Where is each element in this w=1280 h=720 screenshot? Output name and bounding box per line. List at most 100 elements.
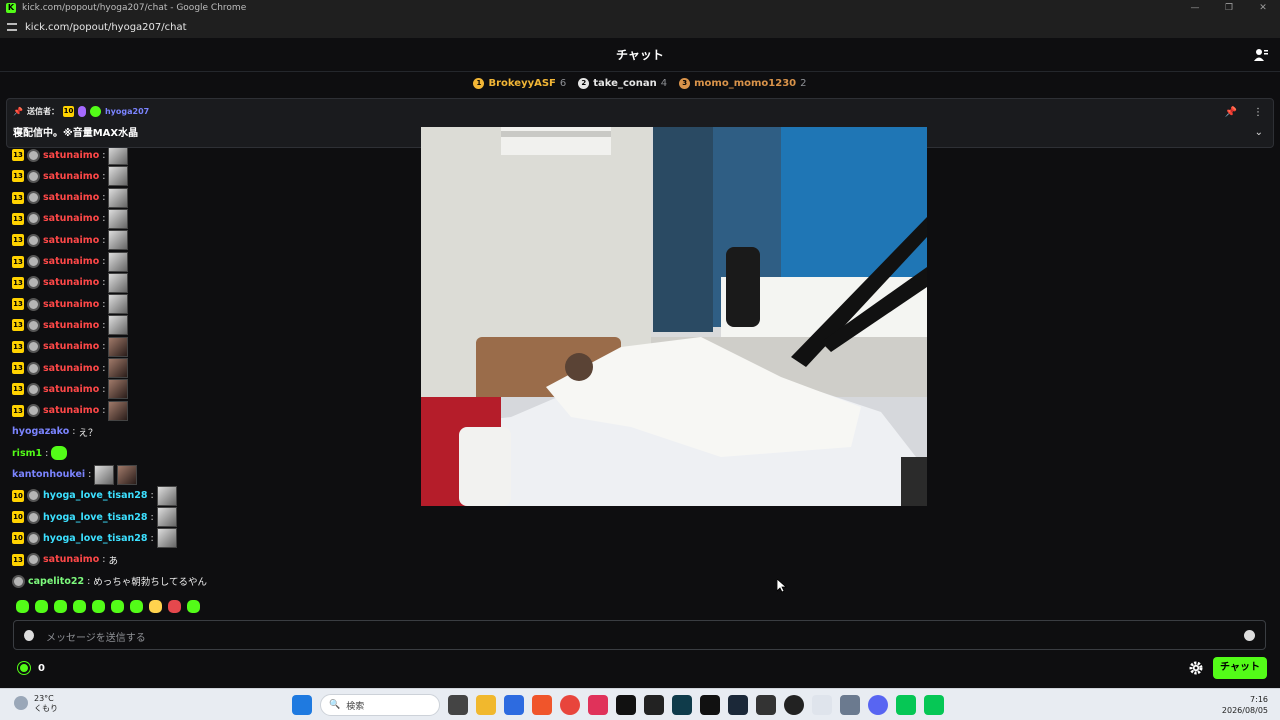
windows-start-icon[interactable] (292, 695, 312, 715)
restore-icon[interactable]: ❐ (1212, 0, 1246, 16)
chat-message[interactable]: hyogazako: え？ (12, 422, 97, 442)
chat-message[interactable]: 13 satunaimo: あ (12, 550, 118, 570)
chat-username[interactable]: hyoga_love_tisan28 (43, 512, 147, 523)
app-icon[interactable] (504, 695, 524, 715)
app-icon[interactable] (672, 695, 692, 715)
chat-username[interactable]: rism1 (12, 448, 42, 459)
gear-icon[interactable] (1189, 661, 1203, 675)
kick-emote-icon[interactable] (92, 600, 105, 613)
chat-message[interactable]: 13 satunaimo: (12, 336, 129, 357)
taskbar-clock[interactable]: 7:16 2026/08/05 (1222, 694, 1268, 716)
minimize-icon[interactable]: — (1178, 0, 1212, 16)
kick-emote-icon[interactable] (35, 600, 48, 613)
close-icon[interactable]: ✕ (1246, 0, 1280, 16)
chat-username[interactable]: satunaimo (43, 213, 99, 224)
chat-message[interactable]: 13 satunaimo: (12, 251, 129, 272)
leaderboard-entry[interactable]: 1 BrokeyyASF 6 (473, 77, 566, 89)
chat-username[interactable]: satunaimo (43, 277, 99, 288)
task-view-icon[interactable] (448, 695, 468, 715)
chat-username[interactable]: satunaimo (43, 256, 99, 267)
chat-username[interactable]: kantonhoukei (12, 469, 85, 480)
address-bar[interactable]: kick.com/popout/hyoga207/chat (0, 16, 1280, 38)
chat-message[interactable]: rism1: (12, 443, 68, 463)
chat-message[interactable]: 13 satunaimo: (12, 315, 129, 336)
chat-username[interactable]: satunaimo (43, 363, 99, 374)
tiktok-icon[interactable] (616, 695, 636, 715)
chrome-icon[interactable] (560, 695, 580, 715)
chat-message[interactable]: 13 satunaimo: (12, 379, 129, 400)
discord-icon[interactable] (868, 695, 888, 715)
clock-time: 7:16 (1250, 695, 1268, 704)
site-settings-icon[interactable] (7, 23, 17, 31)
subscriber-badge: 13 (12, 383, 24, 396)
chat-message[interactable]: 10 hyoga_love_tisan28: (12, 485, 177, 506)
chat-username[interactable]: hyoga_love_tisan28 (43, 490, 147, 501)
line-icon[interactable] (896, 695, 916, 715)
unpin-icon[interactable]: 📌 (1225, 107, 1237, 118)
stream-video-overlay[interactable] (421, 127, 927, 506)
brave-browser-icon[interactable] (532, 695, 552, 715)
chat-message[interactable]: kantonhoukei: (12, 464, 138, 485)
chevron-down-icon[interactable]: ⌄ (1255, 127, 1263, 138)
recent-emotes-bar (16, 600, 200, 616)
settings-icon[interactable] (840, 695, 860, 715)
chat-message[interactable]: 13 satunaimo: (12, 145, 129, 165)
user-settings-icon[interactable] (1254, 48, 1268, 62)
chat-message[interactable]: 13 satunaimo: (12, 166, 129, 187)
chat-message[interactable]: 10 hyoga_love_tisan28: (12, 507, 177, 528)
chat-input-placeholder[interactable]: メッセージを送信する (46, 629, 146, 644)
chat-username[interactable]: satunaimo (43, 320, 99, 331)
chat-username[interactable]: satunaimo (43, 405, 99, 416)
chat-username[interactable]: satunaimo (43, 150, 99, 161)
chat-message[interactable]: 10 hyoga_love_tisan28: (12, 528, 177, 549)
kick-emote-icon[interactable] (16, 600, 29, 613)
weather-widget[interactable]: 23°C くもり (14, 694, 58, 714)
chat-username[interactable]: satunaimo (43, 341, 99, 352)
chat-message[interactable]: 13 satunaimo: (12, 272, 129, 293)
chat-input[interactable]: メッセージを送信する (13, 620, 1266, 650)
app-icon[interactable] (644, 695, 664, 715)
chat-message[interactable]: 13 satunaimo: (12, 187, 129, 208)
leaderboard-entry[interactable]: 2 take_conan 4 (578, 77, 667, 89)
line-icon[interactable] (924, 695, 944, 715)
chat-message-list[interactable]: 13 satunaimo: 13 satunaimo: 13 satunaimo: 13 sa… (12, 142, 412, 600)
taskbar-search[interactable]: 🔍 検索 (320, 694, 440, 716)
send-chat-button[interactable]: チャット (1213, 657, 1267, 679)
kick-emote-icon[interactable] (187, 600, 200, 613)
chat-username[interactable]: capelito22 (28, 576, 84, 587)
chat-message[interactable]: 13 satunaimo: (12, 208, 129, 229)
chat-message[interactable]: capelito22: めっちゃ朝勃ちしてるやん (12, 571, 207, 591)
app-icon[interactable] (700, 695, 720, 715)
kick-emote-icon[interactable] (149, 600, 162, 613)
chat-username[interactable]: satunaimo (43, 192, 99, 203)
pinned-username[interactable]: hyoga207 (105, 107, 149, 116)
channel-points[interactable]: 0 (18, 662, 45, 674)
chat-username[interactable]: satunaimo (43, 171, 99, 182)
app-icon[interactable] (588, 695, 608, 715)
chat-username[interactable]: satunaimo (43, 299, 99, 310)
kick-emote-icon[interactable] (168, 600, 181, 613)
app-icon[interactable] (812, 695, 832, 715)
chat-message[interactable]: 13 satunaimo: (12, 230, 129, 251)
kick-emote-icon[interactable] (111, 600, 124, 613)
subscriber-badge: 13 (12, 276, 24, 289)
chat-username[interactable]: hyogazako (12, 426, 69, 437)
chat-username[interactable]: satunaimo (43, 384, 99, 395)
url-text[interactable]: kick.com/popout/hyoga207/chat (25, 22, 187, 33)
chat-message[interactable]: 13 satunaimo: (12, 400, 129, 421)
kick-emote-icon[interactable] (73, 600, 86, 613)
obs-icon[interactable] (784, 695, 804, 715)
app-icon[interactable] (756, 695, 776, 715)
kick-emote-icon[interactable] (54, 600, 67, 613)
file-explorer-icon[interactable] (476, 695, 496, 715)
more-options-icon[interactable]: ⋮ (1253, 107, 1263, 118)
chat-username[interactable]: satunaimo (43, 554, 99, 565)
kick-emote-icon[interactable] (130, 600, 143, 613)
chat-username[interactable]: satunaimo (43, 235, 99, 246)
leaderboard-entry[interactable]: 3 momo_momo1230 2 (679, 77, 807, 89)
steam-icon[interactable] (728, 695, 748, 715)
emoji-picker-icon[interactable] (1244, 630, 1255, 641)
chat-username[interactable]: hyoga_love_tisan28 (43, 533, 147, 544)
chat-message[interactable]: 13 satunaimo: (12, 294, 129, 315)
chat-message[interactable]: 13 satunaimo: (12, 358, 129, 378)
